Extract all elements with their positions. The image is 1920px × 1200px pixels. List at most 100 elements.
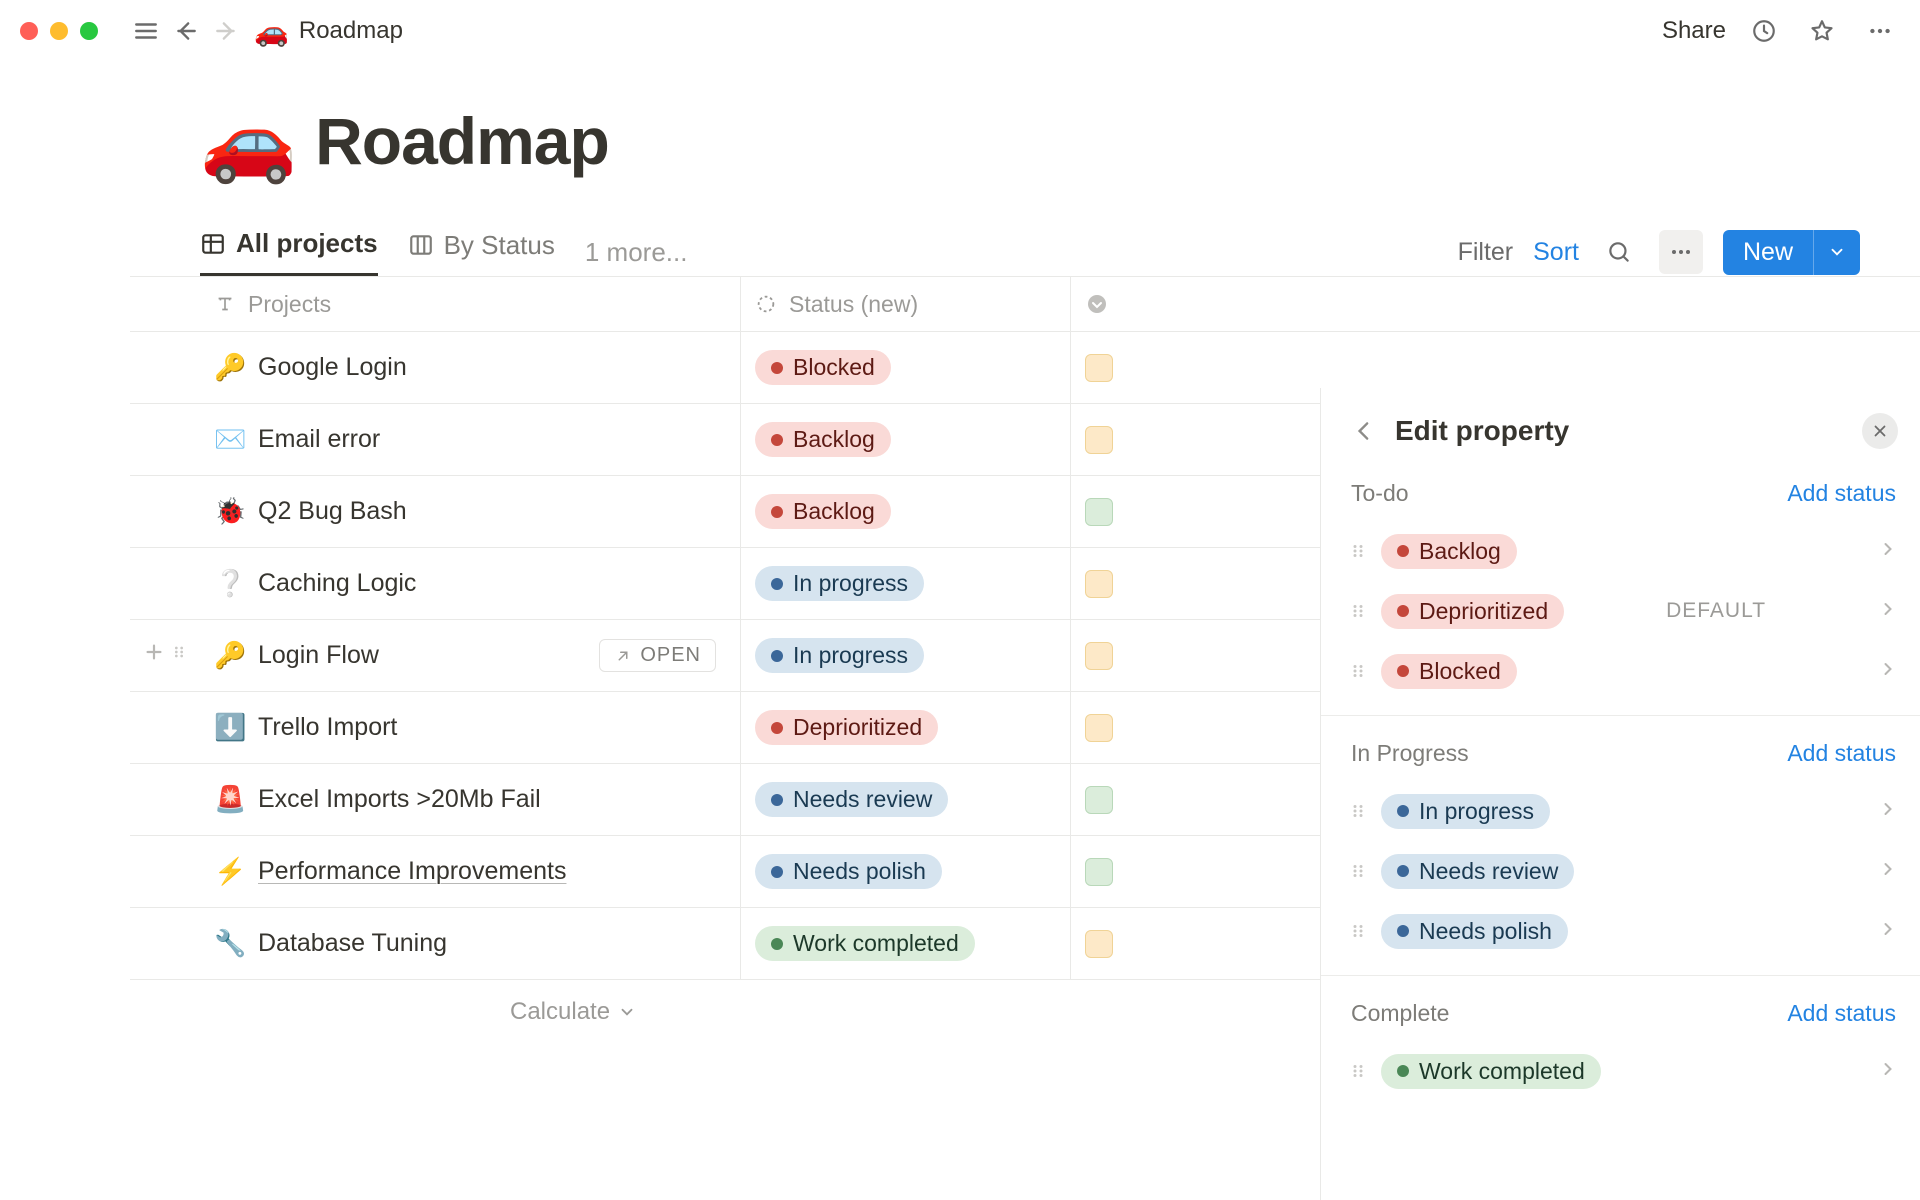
row-title: Excel Imports >20Mb Fail [258,785,541,814]
panel-close-button[interactable] [1862,413,1898,449]
add-status-button[interactable]: Add status [1787,1000,1896,1027]
cell-project[interactable]: ✉️ Email error [200,404,740,475]
new-button-dropdown[interactable] [1813,230,1860,275]
cell-status[interactable]: Blocked [740,332,1070,403]
default-badge: DEFAULT [1666,599,1766,623]
add-status-button[interactable]: Add status [1787,480,1896,507]
drag-handle[interactable] [1349,538,1367,564]
breadcrumb[interactable]: 🚗 Roadmap [254,15,403,48]
status-icon [755,293,777,315]
cell-project[interactable]: ⚡ Performance Improvements [200,836,740,907]
top-bar: 🚗 Roadmap Share [0,0,1920,62]
updates-button[interactable] [1744,11,1784,51]
drag-handle[interactable] [1349,598,1367,624]
cell-status[interactable]: Backlog [740,404,1070,475]
back-button[interactable] [166,11,206,51]
cell-project[interactable]: 🐞 Q2 Bug Bash [200,476,740,547]
cell-extra[interactable] [1070,836,1210,907]
status-group-header: To-do Add status [1349,474,1898,521]
chevron-right-icon [1878,919,1898,944]
drag-handle[interactable] [1349,658,1367,684]
page-emoji[interactable]: 🚗 [200,102,297,180]
more-button[interactable] [1860,11,1900,51]
status-pill: Work completed [755,926,975,961]
column-header-projects[interactable]: Projects [200,277,740,331]
search-button[interactable] [1599,232,1639,272]
page-heading[interactable]: Roadmap [315,103,609,179]
tab-all-projects[interactable]: All projects [200,228,378,276]
cell-extra[interactable] [1070,476,1210,547]
filter-button[interactable]: Filter [1458,238,1514,267]
status-option-row[interactable]: Work completed [1349,1041,1898,1101]
drag-handle[interactable] [1349,918,1367,944]
cell-project[interactable]: ⬇️ Trello Import [200,692,740,763]
cell-status[interactable]: In progress [740,548,1070,619]
cell-project[interactable]: 🚨 Excel Imports >20Mb Fail [200,764,740,835]
row-icon: 🚨 [214,784,246,815]
cell-extra[interactable] [1070,332,1210,403]
views-bar: All projects By Status 1 more... Filter … [200,228,1920,276]
status-option-row[interactable]: Backlog [1349,521,1898,581]
tag-pill [1085,426,1113,454]
status-option-row[interactable]: In progress [1349,781,1898,841]
drag-handle[interactable] [171,640,187,671]
drag-handle[interactable] [1349,858,1367,884]
cell-status[interactable]: In progress [740,620,1070,691]
chevron-right-icon [1878,1059,1898,1084]
tag-pill [1085,498,1113,526]
status-pill: Work completed [1381,1054,1601,1089]
column-header-extra[interactable] [1070,277,1210,331]
cell-project[interactable]: 🔧 Database Tuning [200,908,740,979]
row-icon: ✉️ [214,424,246,455]
cell-status[interactable]: Needs review [740,764,1070,835]
add-status-button[interactable]: Add status [1787,740,1896,767]
page-title: 🚗 Roadmap [200,102,1920,180]
panel-back-button[interactable] [1349,411,1381,451]
dots-icon [1867,18,1893,44]
status-option-row[interactable]: Needs review [1349,841,1898,901]
cell-status[interactable]: Needs polish [740,836,1070,907]
tag-pill [1085,570,1113,598]
close-window-button[interactable] [20,22,38,40]
status-group-header: Complete Add status [1349,994,1898,1041]
maximize-window-button[interactable] [80,22,98,40]
cell-project[interactable]: 🔑 Login Flow OPEN [200,620,740,691]
status-option-row[interactable]: Needs polish [1349,901,1898,961]
tab-by-status[interactable]: By Status [408,230,555,275]
cell-status[interactable]: Deprioritized [740,692,1070,763]
cell-extra[interactable] [1070,620,1210,691]
minimize-window-button[interactable] [50,22,68,40]
chevron-right-icon [1878,799,1898,824]
cell-extra[interactable] [1070,908,1210,979]
cell-status[interactable]: Backlog [740,476,1070,547]
row-icon: ❔ [214,568,246,599]
column-header-status[interactable]: Status (new) [740,277,1070,331]
status-pill: In progress [1381,794,1550,829]
column-title: Status (new) [789,291,918,318]
row-icon: ⚡ [214,856,246,887]
sidebar-toggle-button[interactable] [126,11,166,51]
forward-button[interactable] [206,11,246,51]
drag-handle[interactable] [1349,798,1367,824]
dots-icon [1669,240,1693,264]
open-page-button[interactable]: OPEN [599,639,716,672]
tag-pill [1085,714,1113,742]
cell-extra[interactable] [1070,764,1210,835]
cell-extra[interactable] [1070,692,1210,763]
cell-extra[interactable] [1070,404,1210,475]
status-option-row[interactable]: Deprioritized DEFAULT [1349,581,1898,641]
table-icon [200,231,226,257]
cell-project[interactable]: ❔ Caching Logic [200,548,740,619]
share-button[interactable]: Share [1662,17,1726,45]
favorite-button[interactable] [1802,11,1842,51]
status-option-row[interactable]: Blocked [1349,641,1898,701]
cell-project[interactable]: 🔑 Google Login [200,332,740,403]
view-options-button[interactable] [1659,230,1703,274]
more-views-button[interactable]: 1 more... [585,237,688,268]
new-button[interactable]: New [1723,230,1860,275]
cell-extra[interactable] [1070,548,1210,619]
drag-handle[interactable] [1349,1058,1367,1084]
cell-status[interactable]: Work completed [740,908,1070,979]
add-row-button[interactable] [143,641,165,670]
sort-button[interactable]: Sort [1533,238,1579,267]
